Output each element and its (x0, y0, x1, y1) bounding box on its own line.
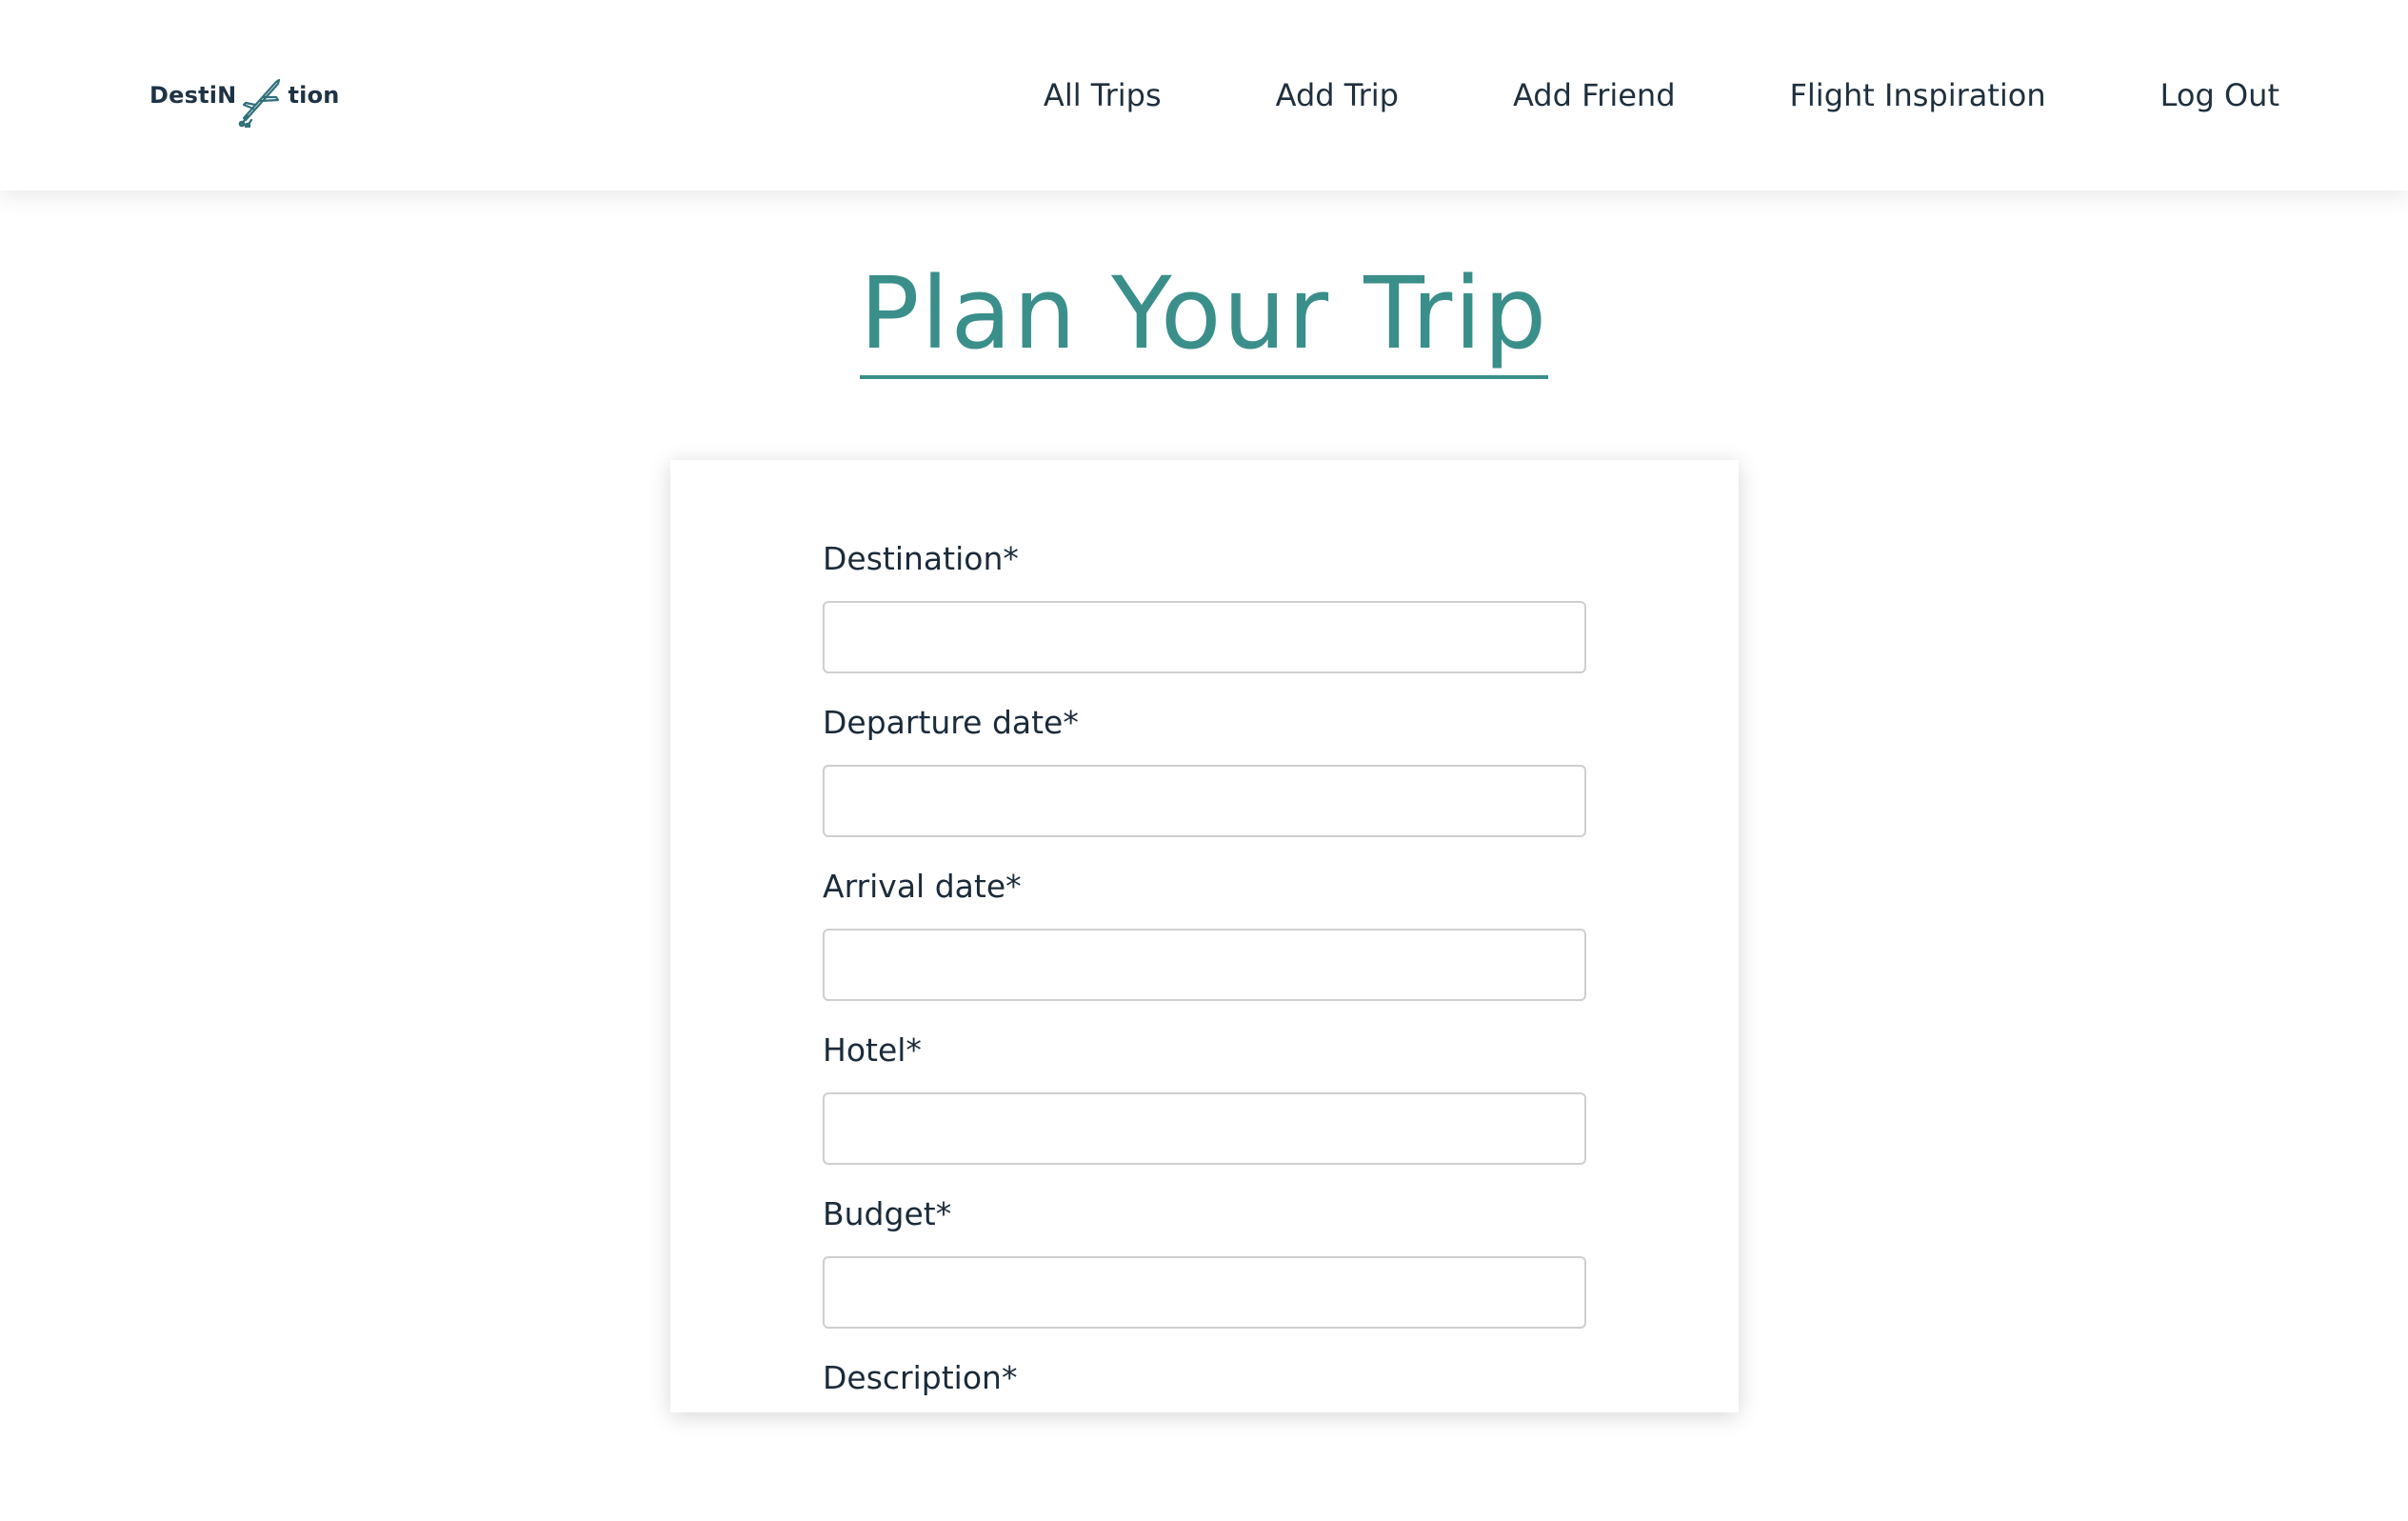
nav-add-friend[interactable]: Add Friend (1513, 77, 1676, 113)
brand-logo[interactable]: DestiN tion (149, 69, 340, 128)
field-budget: Budget* (823, 1193, 1586, 1357)
nav-all-trips[interactable]: All Trips (1044, 77, 1162, 113)
field-hotel: Hotel* (823, 1030, 1586, 1193)
arrival-date-label: Arrival date* (823, 868, 1022, 905)
departure-date-label: Departure date* (823, 704, 1079, 741)
departure-date-input[interactable] (823, 765, 1586, 837)
nav-flight-inspiration[interactable]: Flight Inspiration (1790, 77, 2046, 113)
field-arrival-date: Arrival date* (823, 866, 1586, 1030)
main-nav: All Trips Add Trip Add Friend Flight Ins… (1044, 67, 2279, 124)
budget-label: Budget* (823, 1195, 952, 1232)
description-label: Description* (823, 1359, 1018, 1396)
logo-text-left: DestiN (149, 82, 237, 109)
hotel-label: Hotel* (823, 1031, 922, 1069)
logo-text-right: tion (288, 82, 340, 109)
trip-form-card: Destination* Departure date* Arrival dat… (670, 460, 1739, 1412)
nav-add-trip[interactable]: Add Trip (1276, 77, 1399, 113)
page-title: Plan Your Trip (859, 261, 1549, 380)
top-navbar: DestiN tion All Trips Add Trip Add Frien… (0, 0, 2408, 190)
destination-label: Destination* (823, 540, 1019, 577)
hotel-input[interactable] (823, 1092, 1586, 1165)
nav-log-out[interactable]: Log Out (2160, 77, 2279, 113)
field-destination: Destination* (823, 538, 1586, 702)
field-description: Description* (823, 1357, 1586, 1521)
field-departure-date: Departure date* (823, 702, 1586, 866)
destination-input[interactable] (823, 601, 1586, 673)
airplane-icon (239, 78, 281, 128)
arrival-date-input[interactable] (823, 929, 1586, 1001)
trip-form: Destination* Departure date* Arrival dat… (823, 538, 1586, 1521)
budget-input[interactable] (823, 1256, 1586, 1329)
page-title-container: Plan Your Trip (0, 261, 2408, 380)
